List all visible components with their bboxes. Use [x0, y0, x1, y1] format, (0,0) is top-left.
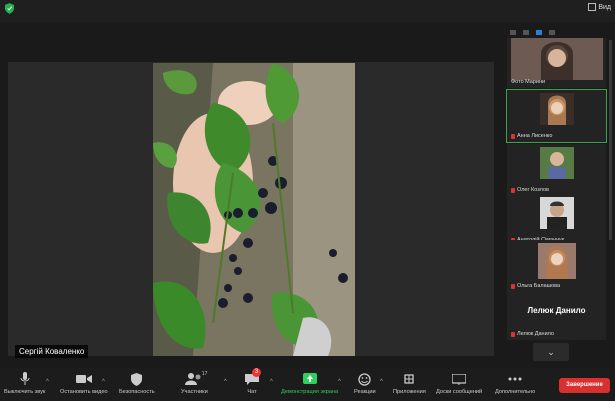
participants-icon: 17 — [185, 371, 207, 387]
video-options-caret[interactable]: ^ — [102, 379, 105, 385]
participant-tile[interactable]: Анатолій Сіманчук — [507, 194, 606, 246]
gallery-dot — [523, 30, 529, 35]
view-grid-icon — [588, 3, 597, 11]
chat-bubble-icon: 3 — [243, 368, 261, 387]
muted-mic-icon — [511, 133, 515, 139]
gallery-dot — [510, 30, 516, 35]
participants-count: 17 — [201, 371, 208, 377]
meeting-toolbar: Выключить звук ^ Остановить видео ^ Безо… — [0, 368, 615, 401]
participant-video — [539, 93, 574, 125]
participant-video — [539, 147, 574, 179]
shared-screen-image — [153, 63, 355, 356]
muted-mic-icon — [511, 187, 515, 193]
participant-label: Ольга Балашова — [511, 283, 560, 289]
share-options-caret[interactable]: ^ — [338, 379, 341, 385]
end-meeting-button[interactable]: Завершение — [559, 378, 610, 393]
plant-photo — [153, 63, 355, 356]
participant-label: Олег Козлов — [511, 187, 549, 193]
reactions-button[interactable]: Реакции — [354, 371, 376, 395]
gallery-header — [510, 28, 608, 38]
video-camera-icon — [75, 371, 93, 387]
gallery-scroll-down-button[interactable]: ⌄ — [533, 343, 569, 361]
muted-mic-icon — [511, 331, 515, 337]
share-screen-button[interactable]: Демонстрация экрана — [281, 371, 338, 395]
whiteboard-button[interactable]: Доски сообщений — [436, 371, 482, 395]
mute-button[interactable]: Выключить звук — [4, 371, 45, 395]
chevron-down-icon: ⌄ — [547, 347, 555, 357]
security-button[interactable]: Безопасность — [119, 371, 155, 395]
share-screen-icon — [301, 371, 319, 387]
muted-mic-icon — [511, 283, 515, 289]
top-bar: Вид — [0, 0, 615, 22]
gallery-dot-active[interactable] — [536, 30, 542, 35]
speaker-name-tag: Сергій Коваленко — [15, 345, 89, 358]
chat-button[interactable]: 3 Чат — [243, 368, 261, 395]
video-button[interactable]: Остановить видео — [60, 371, 108, 395]
shield-icon[interactable] — [5, 3, 14, 14]
shield-icon — [128, 371, 146, 387]
microphone-icon — [16, 371, 34, 387]
participants-options-caret[interactable]: ^ — [224, 379, 227, 385]
mute-options-caret[interactable]: ^ — [46, 379, 49, 385]
participant-tile[interactable]: Ольга Балашова — [507, 240, 606, 292]
apps-button[interactable]: Приложения — [393, 371, 426, 395]
participant-tile[interactable]: Анна Лисенко — [506, 89, 607, 143]
participant-label: Лелюк Данило — [511, 331, 554, 337]
participant-video — [537, 243, 576, 279]
view-label: Вид — [598, 3, 611, 11]
participant-tile[interactable]: Лелюк Данило Лелюк Данило — [507, 292, 606, 340]
participant-tile[interactable]: Фото Марини — [507, 38, 606, 88]
participant-name-display: Лелюк Данило — [527, 306, 586, 315]
whiteboard-icon — [450, 371, 468, 387]
reactions-options-caret[interactable]: ^ — [380, 379, 383, 385]
gallery-dot — [549, 30, 555, 35]
view-button[interactable]: Вид — [588, 3, 611, 11]
apps-icon — [400, 371, 418, 387]
gallery-scrollbar[interactable] — [609, 40, 612, 240]
participant-label: Анна Лисенко — [511, 133, 552, 139]
participant-tile[interactable]: Олег Козлов — [507, 144, 606, 196]
more-dots-icon — [506, 371, 524, 387]
participant-label: Фото Марини — [511, 79, 546, 85]
participants-button[interactable]: 17 Участники — [181, 371, 208, 395]
chat-options-caret[interactable]: ^ — [270, 379, 273, 385]
more-button[interactable]: Дополнительно — [495, 371, 535, 395]
participant-video — [510, 38, 603, 80]
participant-video — [539, 197, 574, 229]
chat-unread-badge: 3 — [252, 368, 261, 377]
smiley-icon — [356, 371, 374, 387]
